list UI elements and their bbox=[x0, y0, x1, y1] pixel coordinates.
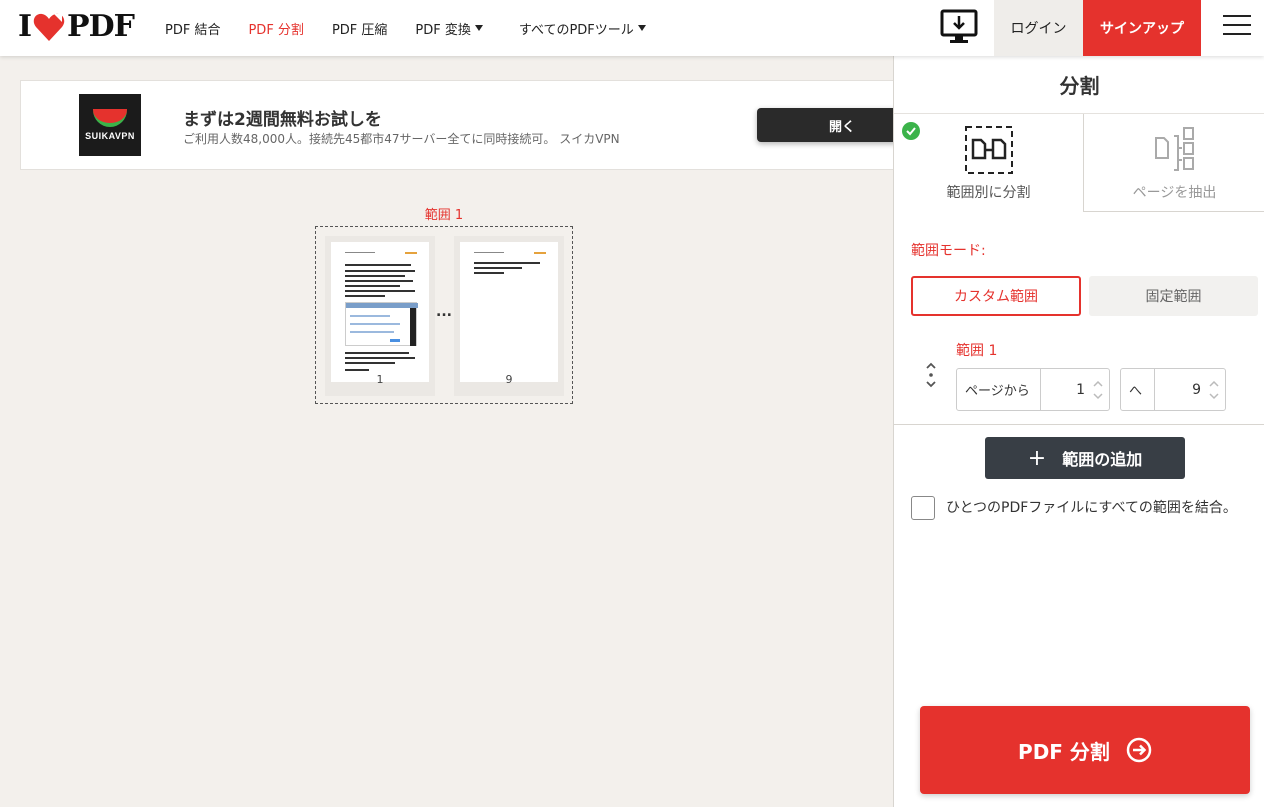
to-page-input[interactable]: 9 bbox=[1155, 369, 1225, 410]
sidebar-title: 分割 bbox=[894, 56, 1264, 114]
nav-split-pdf[interactable]: PDF 分割 bbox=[248, 19, 303, 38]
ilovepdf-logo[interactable]: I PDF bbox=[18, 9, 135, 44]
suikavpn-logo: SUIKAVPN bbox=[79, 94, 141, 156]
nav-merge-label: PDF 結合 bbox=[165, 22, 221, 38]
range-1-label: 範囲 1 bbox=[956, 343, 998, 359]
page-number: 9 bbox=[505, 373, 513, 386]
tab-extract-pages-label: ページを抽出 bbox=[1132, 185, 1217, 201]
range-mode-label: 範囲モード: bbox=[911, 243, 986, 259]
hamburger-menu-icon[interactable] bbox=[1223, 15, 1251, 39]
caret-down-icon bbox=[474, 25, 483, 31]
tab-split-by-range-label: 範囲別に分割 bbox=[946, 185, 1031, 201]
check-icon bbox=[902, 122, 920, 140]
nav-merge-pdf[interactable]: PDF 結合 bbox=[165, 19, 220, 38]
watermelon-icon bbox=[93, 109, 127, 127]
tab-extract-pages[interactable]: ページを抽出 bbox=[1084, 114, 1264, 212]
main-nav: PDF 結合 PDF 分割 PDF 圧縮 PDF 変換 すべてのPDFツール bbox=[165, 0, 674, 56]
from-page-value: 1 bbox=[1076, 381, 1085, 398]
merge-ranges-label: ひとつのPDFファイルにすべての範囲を結合。 bbox=[946, 500, 1237, 516]
to-page-input-group: へ 9 bbox=[1120, 368, 1226, 411]
page-number: 1 bbox=[376, 373, 384, 386]
heart-icon bbox=[33, 13, 65, 41]
arrow-right-circle-icon bbox=[1126, 737, 1152, 763]
merge-ranges-checkbox[interactable] bbox=[911, 496, 935, 520]
from-page-input-group: ページから 1 bbox=[956, 368, 1110, 411]
split-pdf-label: PDF 分割 bbox=[1018, 739, 1110, 764]
split-pdf-button[interactable]: PDF 分割 bbox=[920, 706, 1250, 794]
page-thumbnail-first[interactable]: 1 bbox=[325, 236, 435, 396]
nav-all-tools-label: すべてのPDFツール bbox=[518, 22, 634, 38]
tab-split-by-range[interactable]: 範囲別に分割 bbox=[894, 114, 1084, 212]
section-divider bbox=[894, 424, 1264, 425]
reorder-handle-icon[interactable] bbox=[924, 362, 938, 388]
from-page-input[interactable]: 1 bbox=[1041, 369, 1109, 410]
add-range-button[interactable]: + 範囲の追加 bbox=[985, 437, 1185, 479]
nav-all-tools[interactable]: すべてのPDFツール bbox=[519, 19, 646, 38]
caret-down-icon bbox=[637, 25, 646, 31]
to-page-label: へ bbox=[1121, 369, 1155, 410]
preview-range-label: 範囲 1 bbox=[424, 208, 464, 223]
ad-banner[interactable]: SUIKAVPN まずは2週間無料お試しを ご利用人数48,000人。接続先45… bbox=[20, 80, 927, 170]
page-preview bbox=[460, 242, 558, 382]
ad-subtitle: ご利用人数48,000人。接続先45都市47サーバー全てに同時接続可。 スイカV… bbox=[183, 132, 620, 146]
extract-pages-icon bbox=[1155, 127, 1194, 171]
to-page-value: 9 bbox=[1192, 381, 1201, 398]
login-button[interactable]: ログイン bbox=[994, 0, 1083, 56]
logo-i: I bbox=[18, 9, 32, 44]
top-header: I PDF PDF 結合 PDF 分割 PDF 圧縮 PDF 変換 すべてのPD… bbox=[0, 0, 1264, 56]
add-range-label: 範囲の追加 bbox=[1062, 450, 1143, 469]
ad-title: まずは2週間無料お試しを bbox=[183, 110, 382, 130]
desktop-download-icon[interactable] bbox=[940, 8, 978, 46]
stepper-arrows-icon[interactable] bbox=[1209, 379, 1219, 401]
custom-range-button[interactable]: カスタム範囲 bbox=[911, 276, 1081, 316]
fixed-range-button[interactable]: 固定範囲 bbox=[1089, 276, 1258, 316]
nav-split-label: PDF 分割 bbox=[248, 22, 304, 38]
page-preview bbox=[331, 242, 429, 382]
ad-brand: SUIKAVPN bbox=[85, 131, 135, 141]
stepper-arrows-icon[interactable] bbox=[1093, 379, 1103, 401]
nav-convert-label: PDF 変換 bbox=[415, 22, 471, 38]
nav-compress-label: PDF 圧縮 bbox=[331, 22, 388, 38]
split-range-icon bbox=[965, 126, 1013, 174]
page-thumbnail-last[interactable]: 9 bbox=[454, 236, 564, 396]
plus-icon: + bbox=[1027, 445, 1047, 471]
page-ellipsis: ... bbox=[436, 304, 452, 320]
nav-compress-pdf[interactable]: PDF 圧縮 bbox=[332, 19, 387, 38]
from-page-label: ページから bbox=[957, 369, 1041, 410]
signup-button[interactable]: サインアップ bbox=[1083, 0, 1201, 56]
nav-convert-pdf[interactable]: PDF 変換 bbox=[415, 19, 483, 38]
split-options-sidebar: 分割 範囲別に分割 ページを抽出 範囲モード: カスタム範囲 固定範囲 範囲 1 bbox=[893, 56, 1264, 807]
logo-text: PDF bbox=[67, 9, 135, 44]
